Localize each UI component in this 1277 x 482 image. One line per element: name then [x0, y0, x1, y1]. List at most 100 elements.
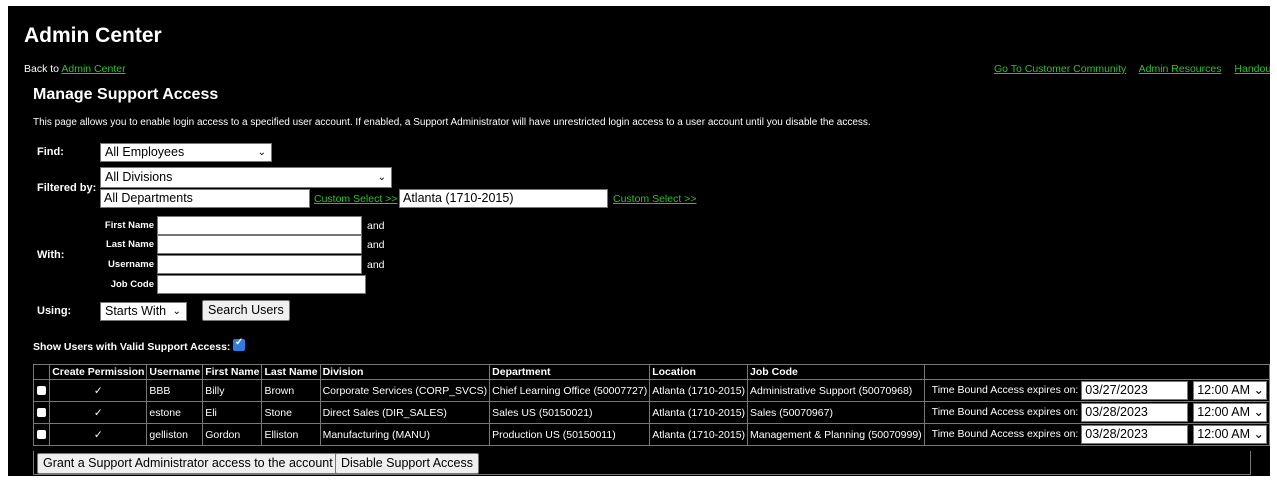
username-label: Username	[108, 259, 154, 270]
using-select[interactable]: Starts With ⌄	[100, 302, 187, 321]
expiry-time-value: 12:00 AM	[1197, 427, 1251, 441]
filter-label: Filtered by:	[37, 182, 97, 194]
expiry-cell: Time Bound Access expires on: 03/27/2023…	[923, 379, 1270, 402]
department-cell: Production US (50150011)	[489, 423, 651, 446]
header-expiry	[923, 364, 1270, 380]
admin-center-window: Admin Center Back to Admin Center Go To …	[8, 6, 1270, 476]
and-label: and	[367, 220, 385, 232]
customer-community-link[interactable]: Go To Customer Community	[994, 63, 1126, 75]
header-location: Location	[649, 364, 749, 380]
create-permission-check-icon: ✓	[49, 401, 148, 424]
admin-center-link[interactable]: Admin Center	[61, 63, 125, 75]
expiry-date-field[interactable]: 03/27/2023	[1081, 381, 1189, 400]
first-name-cell: Billy	[202, 379, 263, 402]
row-select-cell	[32, 379, 51, 402]
first-name-label: First Name	[104, 220, 154, 231]
username-cell: gelliston	[146, 423, 204, 446]
expiry-date-field[interactable]: 03/28/2023	[1081, 403, 1189, 422]
division-select[interactable]: All Divisions ⌄	[100, 167, 392, 188]
expires-label: Time Bound Access expires on:	[931, 384, 1079, 397]
job-code-field[interactable]	[157, 275, 366, 294]
expiry-time-select[interactable]: 12:00 AM ⌄	[1193, 425, 1267, 444]
header-username: Username	[146, 364, 204, 380]
job-code-cell: Management & Planning (50070999)	[747, 423, 925, 446]
find-select[interactable]: All Employees ⌄	[100, 143, 272, 162]
job-code-label: Job Code	[110, 279, 154, 290]
location-cell: Atlanta (1710-2015)	[649, 379, 749, 402]
row-select-cell	[32, 401, 51, 424]
last-name-field[interactable]	[157, 235, 362, 254]
create-permission-check-icon: ✓	[49, 423, 148, 446]
location-cell: Atlanta (1710-2015)	[649, 423, 749, 446]
chevron-down-icon: ⌄	[1253, 383, 1264, 397]
department-cell: Sales US (50150021)	[489, 401, 651, 424]
and-label: and	[367, 239, 385, 251]
table-row: ✓ gelliston Gordon Elliston Manufacturin…	[32, 423, 1270, 446]
custom-select-department-link[interactable]: Custom Select >>	[314, 193, 397, 205]
first-name-cell: Eli	[202, 401, 263, 424]
header-last-name: Last Name	[261, 364, 321, 380]
with-label: With:	[37, 249, 65, 261]
grant-access-button[interactable]: Grant a Support Administrator access to …	[37, 453, 339, 474]
handout-link[interactable]: Handout I	[1234, 63, 1270, 75]
location-cell: Atlanta (1710-2015)	[649, 401, 749, 424]
chevron-down-icon: ⌄	[1253, 405, 1264, 419]
username-field[interactable]	[157, 255, 362, 274]
custom-select-location-link[interactable]: Custom Select >>	[613, 193, 696, 205]
expiry-time-value: 12:00 AM	[1197, 405, 1251, 419]
division-cell: Manufacturing (MANU)	[319, 423, 491, 446]
expiry-time-select[interactable]: 12:00 AM ⌄	[1193, 381, 1267, 400]
row-checkbox[interactable]	[37, 386, 47, 396]
disable-access-button[interactable]: Disable Support Access	[335, 453, 480, 474]
expires-label: Time Bound Access expires on:	[931, 428, 1079, 441]
first-name-cell: Gordon	[202, 423, 263, 446]
expires-label: Time Bound Access expires on:	[931, 406, 1079, 419]
row-select-cell	[32, 423, 51, 446]
actions-row: Grant a Support Administrator access to …	[33, 451, 1251, 475]
header-select	[32, 364, 51, 380]
location-field[interactable]: Atlanta (1710-2015)	[399, 189, 608, 208]
job-code-cell: Sales (50070967)	[747, 401, 925, 424]
chevron-down-icon: ⌄	[257, 147, 266, 158]
using-select-value: Starts With	[105, 304, 167, 318]
admin-resources-link[interactable]: Admin Resources	[1139, 63, 1222, 75]
division-cell: Direct Sales (DIR_SALES)	[319, 401, 491, 424]
job-code-cell: Administrative Support (50070968)	[747, 379, 925, 402]
division-select-value: All Divisions	[105, 170, 173, 184]
department-field[interactable]: All Departments	[100, 189, 310, 208]
chevron-down-icon: ⌄	[172, 306, 181, 317]
division-cell: Corporate Services (CORP_SVCS)	[319, 379, 491, 402]
page-description: This page allows you to enable login acc…	[33, 117, 871, 128]
show-valid-checkbox[interactable]	[233, 337, 245, 351]
section-title: Manage Support Access	[33, 86, 219, 103]
expiry-time-select[interactable]: 12:00 AM ⌄	[1193, 403, 1267, 422]
expiry-date-field[interactable]: 03/28/2023	[1081, 425, 1189, 444]
app-title: Admin Center	[24, 24, 162, 47]
top-links: Go To Customer Community Admin Resources…	[994, 63, 1270, 75]
first-name-field[interactable]	[157, 216, 362, 235]
last-name-label: Last Name	[105, 239, 154, 250]
username-cell: estone	[146, 401, 204, 424]
row-checkbox[interactable]	[37, 408, 47, 418]
show-valid-label: Show Users with Valid Support Access:	[33, 341, 231, 353]
username-cell: BBB	[146, 379, 204, 402]
back-prefix: Back to	[24, 63, 60, 75]
last-name-cell: Stone	[261, 401, 321, 424]
table-header-row: Create Permission Username First Name La…	[32, 364, 1270, 380]
row-checkbox[interactable]	[37, 430, 47, 440]
create-permission-check-icon: ✓	[49, 379, 148, 402]
and-label: and	[367, 259, 385, 271]
search-users-button[interactable]: Search Users	[202, 300, 290, 321]
department-cell: Chief Learning Office (50007727)	[489, 379, 651, 402]
back-line: Back to Admin Center	[24, 63, 126, 75]
table-row: ✓ estone Eli Stone Direct Sales (DIR_SAL…	[32, 401, 1270, 424]
header-first-name: First Name	[202, 364, 263, 380]
chevron-down-icon: ⌄	[1253, 427, 1264, 441]
using-label: Using:	[37, 305, 72, 317]
chevron-down-icon: ⌄	[377, 172, 386, 183]
expiry-cell: Time Bound Access expires on: 03/28/2023…	[923, 401, 1270, 424]
last-name-cell: Elliston	[261, 423, 321, 446]
header-job-code: Job Code	[747, 364, 925, 380]
results-table: Create Permission Username First Name La…	[32, 364, 1270, 446]
expiry-time-value: 12:00 AM	[1197, 383, 1251, 397]
